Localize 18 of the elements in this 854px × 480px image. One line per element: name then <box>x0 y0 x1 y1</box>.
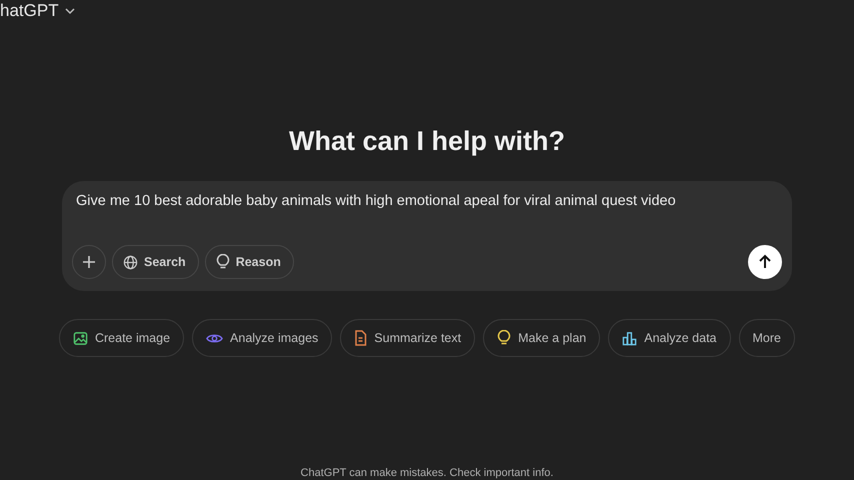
plus-icon <box>82 255 96 269</box>
suggestion-chip[interactable]: Create image <box>58 319 184 357</box>
globe-icon <box>123 254 138 270</box>
suggestion-chip[interactable]: Summarize text <box>340 319 476 357</box>
suggestion-chip[interactable]: Analyze images <box>192 319 332 357</box>
reason-button[interactable]: Reason <box>204 245 294 279</box>
prompt-field[interactable]: Give me 10 best adorable baby animals with high emotional apeal for viral animal quest video <box>76 193 782 217</box>
search-button[interactable]: Search <box>112 245 199 279</box>
model-name: hatGPT <box>0 1 59 21</box>
add-button[interactable] <box>72 245 106 279</box>
lightbulb-icon <box>216 254 230 270</box>
suggestion-chip[interactable]: Analyze data <box>608 319 731 357</box>
send-button[interactable] <box>748 245 782 279</box>
model-selector[interactable]: hatGPT <box>0 0 76 21</box>
suggestion-chip[interactable]: Make a plan <box>483 319 600 357</box>
disclaimer-text: ChatGPT can make mistakes. Check important info. <box>300 467 554 479</box>
suggestion-chip[interactable]: More <box>738 319 795 357</box>
heading: What can I help with? <box>289 126 565 157</box>
